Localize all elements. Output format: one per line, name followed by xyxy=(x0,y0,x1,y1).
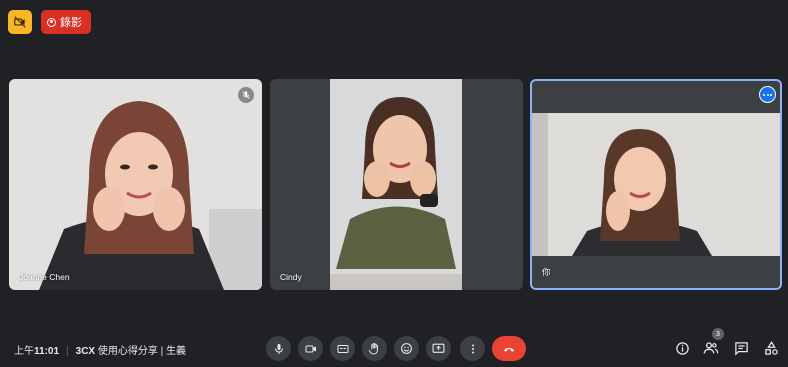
participant-tile-cindy[interactable]: Cindy xyxy=(270,79,523,290)
hangup-icon xyxy=(503,347,515,352)
captions-icon xyxy=(337,344,348,353)
captions-button[interactable] xyxy=(330,336,355,361)
meeting-title: 使用心得分享 | 生義 xyxy=(97,346,187,357)
people-button[interactable] xyxy=(702,339,720,357)
activities-button[interactable] xyxy=(762,339,780,357)
chat-icon xyxy=(734,341,748,356)
camera-button[interactable] xyxy=(298,336,323,361)
more-options-button[interactable] xyxy=(460,336,485,361)
chat-button[interactable] xyxy=(732,339,750,357)
participant-name: 你 xyxy=(542,267,551,277)
divider: | xyxy=(66,346,69,357)
camera-off-badge[interactable] xyxy=(8,10,32,34)
meeting-details-button[interactable] xyxy=(673,339,691,357)
participant-video xyxy=(270,79,523,290)
video-off-icon xyxy=(14,16,26,28)
participant-video xyxy=(9,79,262,290)
time-prefix: 上午 xyxy=(14,346,34,357)
meeting-info: 上午11:01 | 3CX 使用心得分享 | 生義 xyxy=(14,342,186,357)
present-icon xyxy=(432,343,445,353)
info-icon xyxy=(675,341,689,355)
recording-badge[interactable]: 錄影 xyxy=(41,10,91,34)
people-icon xyxy=(703,342,719,354)
mic-off-icon xyxy=(238,87,254,103)
clock-time: 11:01 xyxy=(34,346,60,357)
raise-hand-icon xyxy=(368,342,378,355)
present-button[interactable] xyxy=(426,336,451,361)
camera-icon xyxy=(305,345,316,352)
recording-label: 錄影 xyxy=(60,17,82,29)
more-options-icon[interactable] xyxy=(759,86,776,103)
meeting-code: 3CX xyxy=(75,346,96,357)
emoji-icon xyxy=(401,343,412,354)
participant-tile-self[interactable]: 你 xyxy=(530,79,782,290)
emoji-button[interactable] xyxy=(394,336,419,361)
participant-video xyxy=(532,81,780,288)
participant-name: Joanne Chen xyxy=(19,272,70,282)
more-vert-icon xyxy=(471,344,474,353)
participant-name: Cindy xyxy=(280,272,302,282)
mic-button[interactable] xyxy=(266,336,291,361)
participant-tile-joanne[interactable]: Joanne Chen xyxy=(9,79,262,290)
mic-icon xyxy=(274,343,283,354)
activities-icon xyxy=(764,340,778,355)
raise-hand-button[interactable] xyxy=(362,336,387,361)
record-icon xyxy=(47,17,56,27)
leave-call-button[interactable] xyxy=(492,336,526,361)
